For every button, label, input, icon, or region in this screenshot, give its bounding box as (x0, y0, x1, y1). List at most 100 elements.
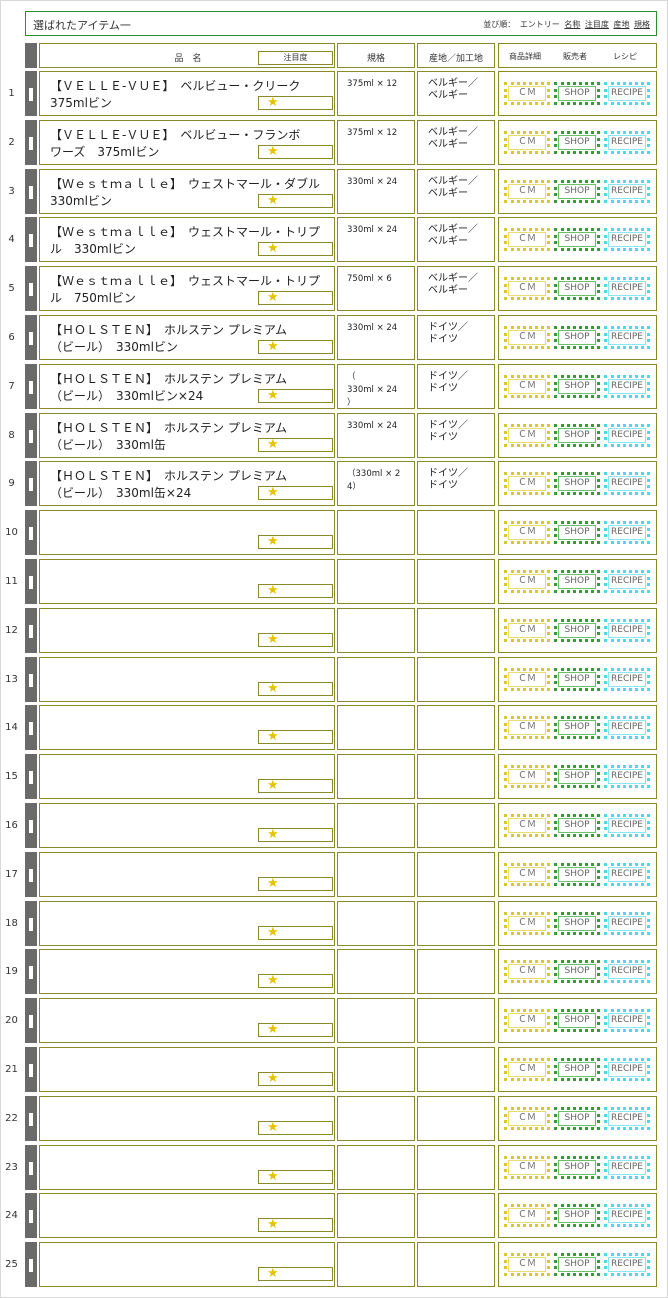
star-icon[interactable]: ★ (267, 144, 279, 160)
star-icon[interactable]: ★ (267, 290, 279, 306)
recipe-button[interactable]: RECIPE (604, 668, 650, 691)
shop-button[interactable]: SHOP (554, 1058, 600, 1081)
cm-button[interactable]: ＣＭ (504, 1107, 550, 1130)
row-select-handle[interactable] (25, 71, 37, 116)
row-select-handle[interactable] (25, 559, 37, 604)
cm-button[interactable]: ＣＭ (504, 863, 550, 886)
cm-button[interactable]: ＣＭ (504, 1204, 550, 1227)
star-icon[interactable]: ★ (267, 437, 279, 453)
row-select-handle[interactable] (25, 657, 37, 702)
attention-rating[interactable]: ★ (258, 534, 333, 549)
sort-option-entry[interactable]: エントリー (520, 20, 560, 29)
star-icon[interactable]: ★ (267, 973, 279, 989)
star-icon[interactable]: ★ (267, 876, 279, 892)
shop-button[interactable]: SHOP (554, 1253, 600, 1276)
attention-rating[interactable]: ★ (258, 973, 333, 989)
star-icon[interactable]: ★ (267, 681, 279, 697)
recipe-button[interactable]: RECIPE (604, 131, 650, 154)
recipe-button[interactable]: RECIPE (604, 424, 650, 447)
attention-rating[interactable]: ★ (258, 95, 333, 111)
shop-button[interactable]: SHOP (554, 472, 600, 495)
shop-button[interactable]: SHOP (554, 765, 600, 788)
cm-button[interactable]: ＣＭ (504, 570, 550, 593)
shop-button[interactable]: SHOP (554, 619, 600, 642)
cm-button[interactable]: ＣＭ (504, 82, 550, 105)
recipe-button[interactable]: RECIPE (604, 277, 650, 300)
attention-rating[interactable]: ★ (258, 485, 333, 501)
cm-button[interactable]: ＣＭ (504, 668, 550, 691)
row-select-handle[interactable] (25, 705, 37, 750)
recipe-button[interactable]: RECIPE (604, 716, 650, 739)
cm-button[interactable]: ＣＭ (504, 277, 550, 300)
row-select-handle[interactable] (25, 461, 37, 506)
cm-button[interactable]: ＣＭ (504, 765, 550, 788)
attention-rating[interactable]: ★ (258, 339, 333, 355)
row-select-handle[interactable] (25, 1096, 37, 1141)
star-icon[interactable]: ★ (267, 339, 279, 355)
recipe-button[interactable]: RECIPE (604, 228, 650, 251)
recipe-button[interactable]: RECIPE (604, 1156, 650, 1179)
shop-button[interactable]: SHOP (554, 1156, 600, 1179)
row-select-handle[interactable] (25, 852, 37, 897)
recipe-button[interactable]: RECIPE (604, 375, 650, 398)
recipe-button[interactable]: RECIPE (604, 912, 650, 935)
row-select-handle[interactable] (25, 998, 37, 1043)
star-icon[interactable]: ★ (267, 1217, 279, 1233)
star-icon[interactable]: ★ (267, 1071, 279, 1087)
shop-button[interactable]: SHOP (554, 716, 600, 739)
shop-button[interactable]: SHOP (554, 912, 600, 935)
cm-button[interactable]: ＣＭ (504, 131, 550, 154)
row-select-handle[interactable] (25, 1242, 37, 1287)
recipe-button[interactable]: RECIPE (604, 180, 650, 203)
attention-rating[interactable]: ★ (258, 144, 333, 160)
attention-rating[interactable]: ★ (258, 778, 333, 793)
attention-rating[interactable]: ★ (258, 632, 333, 647)
star-icon[interactable]: ★ (267, 1266, 279, 1282)
attention-rating[interactable]: ★ (258, 290, 333, 306)
row-select-handle[interactable] (25, 217, 37, 262)
recipe-button[interactable]: RECIPE (604, 472, 650, 495)
recipe-button[interactable]: RECIPE (604, 1204, 650, 1227)
shop-button[interactable]: SHOP (554, 1009, 600, 1032)
attention-rating[interactable]: ★ (258, 925, 333, 940)
sort-option-spec[interactable]: 規格 (634, 20, 650, 29)
star-icon[interactable]: ★ (267, 95, 279, 111)
attention-rating[interactable]: ★ (258, 681, 333, 697)
row-select-handle[interactable] (25, 413, 37, 458)
cm-button[interactable]: ＣＭ (504, 1156, 550, 1179)
shop-button[interactable]: SHOP (554, 668, 600, 691)
attention-rating[interactable]: ★ (258, 876, 333, 892)
star-icon[interactable]: ★ (267, 827, 279, 843)
shop-button[interactable]: SHOP (554, 180, 600, 203)
row-select-handle[interactable] (25, 901, 37, 946)
cm-button[interactable]: ＣＭ (504, 375, 550, 398)
shop-button[interactable]: SHOP (554, 424, 600, 447)
recipe-button[interactable]: RECIPE (604, 570, 650, 593)
cm-button[interactable]: ＣＭ (504, 912, 550, 935)
shop-button[interactable]: SHOP (554, 960, 600, 983)
attention-rating[interactable]: ★ (258, 1217, 333, 1233)
shop-button[interactable]: SHOP (554, 570, 600, 593)
cm-button[interactable]: ＣＭ (504, 619, 550, 642)
recipe-button[interactable]: RECIPE (604, 326, 650, 349)
row-select-handle[interactable] (25, 266, 37, 311)
shop-button[interactable]: SHOP (554, 82, 600, 105)
shop-button[interactable]: SHOP (554, 863, 600, 886)
star-icon[interactable]: ★ (267, 388, 279, 404)
cm-button[interactable]: ＣＭ (504, 716, 550, 739)
attention-rating[interactable]: ★ (258, 827, 333, 843)
cm-button[interactable]: ＣＭ (504, 1009, 550, 1032)
cm-button[interactable]: ＣＭ (504, 228, 550, 251)
recipe-button[interactable]: RECIPE (604, 863, 650, 886)
star-icon[interactable]: ★ (267, 1120, 279, 1136)
row-select-handle[interactable] (25, 315, 37, 360)
row-select-handle[interactable] (25, 1193, 37, 1238)
cm-button[interactable]: ＣＭ (504, 814, 550, 837)
shop-button[interactable]: SHOP (554, 521, 600, 544)
attention-rating[interactable]: ★ (258, 388, 333, 404)
attention-rating[interactable]: ★ (258, 1169, 333, 1184)
attention-rating[interactable]: ★ (258, 1266, 333, 1282)
row-select-handle[interactable] (25, 1145, 37, 1190)
star-icon[interactable]: ★ (267, 485, 279, 501)
shop-button[interactable]: SHOP (554, 326, 600, 349)
